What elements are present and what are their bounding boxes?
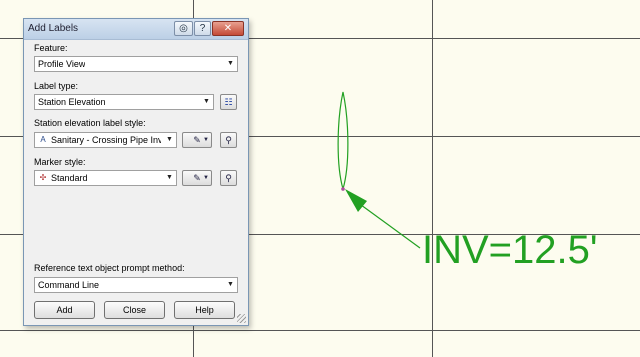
- chevron-down-icon: ▼: [203, 98, 210, 105]
- station-style-value: Sanitary - Crossing Pipe Inv: [51, 135, 161, 145]
- ref-prompt-dropdown[interactable]: Command Line ▼: [34, 277, 238, 293]
- pipe-invert-marker: [341, 187, 345, 191]
- add-labels-dialog[interactable]: Add Labels ◎ ? ✕ Feature: Profile View ▼…: [23, 18, 249, 326]
- station-style-dropdown[interactable]: A Sanitary - Crossing Pipe Inv ▼: [34, 132, 177, 148]
- pipe-ellipse[interactable]: [337, 91, 349, 192]
- marker-style-dropdown[interactable]: ✣ Standard ▼: [34, 170, 177, 186]
- dialog-titlebar[interactable]: Add Labels ◎ ? ✕: [24, 19, 248, 40]
- chevron-down-icon: ▼: [166, 136, 173, 143]
- preview-icon[interactable]: ⚲: [220, 170, 237, 186]
- ref-prompt-value: Command Line: [38, 280, 100, 290]
- station-style-label: Station elevation label style:: [34, 118, 146, 128]
- chevron-down-icon: ▼: [227, 281, 234, 288]
- label-type-label: Label type:: [34, 81, 79, 91]
- close-button[interactable]: Close: [104, 301, 165, 319]
- edit-marker-icon[interactable]: ✎ ▼: [182, 170, 212, 186]
- label-style-icon: A: [40, 135, 46, 144]
- pin-icon[interactable]: ◎: [174, 21, 193, 36]
- feature-dropdown[interactable]: Profile View ▼: [34, 56, 238, 72]
- marker-style-label: Marker style:: [34, 157, 86, 167]
- label-type-settings-icon[interactable]: ☷: [220, 94, 237, 110]
- leader-line[interactable]: [356, 201, 421, 249]
- edit-style-icon[interactable]: ✎ ▼: [182, 132, 212, 148]
- dialog-title: Add Labels: [28, 23, 79, 34]
- chevron-down-icon: ▼: [227, 60, 234, 67]
- marker-style-value: Standard: [51, 173, 88, 183]
- label-type-value: Station Elevation: [38, 97, 106, 107]
- annotation-label[interactable]: INV=12.5': [422, 226, 598, 274]
- ref-prompt-label: Reference text object prompt method:: [34, 263, 185, 273]
- help-button[interactable]: Help: [174, 301, 235, 319]
- leader-arrowhead: [345, 189, 367, 212]
- preview-icon[interactable]: ⚲: [220, 132, 237, 148]
- chevron-down-icon: ▼: [166, 174, 173, 181]
- close-icon[interactable]: ✕: [212, 21, 244, 36]
- add-button[interactable]: Add: [34, 301, 95, 319]
- resize-grip[interactable]: [237, 314, 246, 323]
- feature-value: Profile View: [38, 59, 86, 69]
- help-icon[interactable]: ?: [194, 21, 211, 36]
- feature-label: Feature:: [34, 43, 68, 53]
- label-type-dropdown[interactable]: Station Elevation ▼: [34, 94, 214, 110]
- marker-style-icon: ✣: [39, 173, 47, 182]
